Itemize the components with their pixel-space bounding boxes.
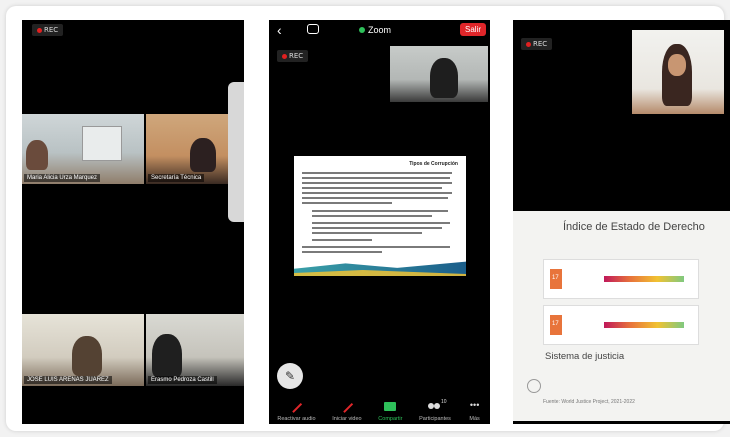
participant-silhouette <box>72 336 102 376</box>
score-bar <box>604 322 684 328</box>
document-text-line <box>302 187 442 189</box>
document-text-line <box>302 246 450 248</box>
participant-name: Secretaría Técnica <box>148 174 205 182</box>
video-tile[interactable]: Maria Alicia Urza Marquez <box>22 114 144 184</box>
annotate-pen-icon[interactable]: ✎ <box>277 363 303 389</box>
video-tile[interactable]: JOSE LUIS ARENAS JUAREZ <box>22 314 144 386</box>
document-text-line <box>302 197 448 199</box>
score-bar <box>604 276 684 282</box>
start-video-button[interactable]: Iniciar video <box>332 401 362 422</box>
participant-name: Maria Alicia Urza Marquez <box>24 174 101 182</box>
document-text-line <box>302 202 392 204</box>
slide-subtitle: Sistema de justicia <box>545 351 625 362</box>
document-text-line <box>302 172 452 174</box>
zoom-toolbar: Reactivar audio Iniciar video Compartir … <box>269 390 490 424</box>
share-screen-icon <box>383 401 397 413</box>
recording-badge: REC <box>32 24 64 36</box>
window-background <box>82 126 122 161</box>
gallery-scroll-handle[interactable] <box>228 82 244 222</box>
video-tile[interactable]: Erasmo Pedroza Castill <box>146 314 244 386</box>
gallery-view-panel: REC Maria Alicia Urza Marquez Secretaría… <box>22 20 244 424</box>
participant-silhouette <box>152 334 182 378</box>
document-text-line <box>312 232 422 234</box>
share-button[interactable]: Compartir <box>378 401 402 422</box>
meeting-title[interactable]: Zoom <box>359 25 391 35</box>
slide-footer: Fuente: World Justice Project, 2021-2022 <box>543 399 635 405</box>
unmute-audio-button[interactable]: Reactivar audio <box>277 401 316 422</box>
rank-badge: 17 <box>550 269 562 289</box>
shield-icon <box>359 27 365 33</box>
camera-switch-icon[interactable] <box>307 24 319 34</box>
presentation-slide: Índice de Estado de Derecho 17 17 Sistem… <box>513 211 730 421</box>
document-text-line <box>302 251 382 253</box>
document-title: Tipos de Corrupción <box>409 161 458 167</box>
participant-silhouette <box>190 138 216 172</box>
participant-face <box>668 54 686 76</box>
participant-name: Erasmo Pedroza Castill <box>148 376 217 384</box>
document-text-line <box>312 227 442 229</box>
record-dot-icon <box>526 41 531 47</box>
document-text-line <box>312 222 450 224</box>
record-dot-icon <box>37 27 42 33</box>
shared-document: Tipos de Corrupción <box>294 156 466 276</box>
presentation-panel: REC Índice de Estado de Derecho 17 17 Si… <box>513 20 730 424</box>
participants-button[interactable]: 10 Participantes <box>419 399 451 422</box>
leave-meeting-button[interactable]: Salir <box>459 23 486 36</box>
participants-icon: 10 <box>428 399 447 413</box>
rank-badge: 17 <box>550 315 562 335</box>
participants-count: 10 <box>441 399 447 405</box>
microphone-muted-icon <box>289 401 303 413</box>
document-text-line <box>302 177 450 179</box>
zoom-top-bar: ‹ Zoom Salir <box>269 20 490 42</box>
index-card: 17 <box>543 259 699 299</box>
document-text-line <box>302 182 452 184</box>
document-text-line <box>312 210 448 212</box>
back-chevron-icon[interactable]: ‹ <box>277 22 282 38</box>
speaker-video-thumbnail[interactable] <box>632 30 724 114</box>
self-video-thumbnail[interactable] <box>390 46 488 102</box>
participant-silhouette <box>430 58 458 98</box>
document-text-line <box>312 215 432 217</box>
document-text-line <box>302 192 452 194</box>
screenshot-collage: REC Maria Alicia Urza Marquez Secretaría… <box>6 6 730 431</box>
recording-badge: REC <box>521 38 553 50</box>
recording-badge: REC <box>277 50 309 62</box>
more-icon: ••• <box>469 400 480 410</box>
organization-logo <box>527 379 541 393</box>
participant-silhouette <box>26 140 48 170</box>
video-tile[interactable]: Secretaría Técnica <box>146 114 228 184</box>
participant-name: JOSE LUIS ARENAS JUAREZ <box>24 376 112 384</box>
video-off-icon <box>340 401 354 413</box>
record-dot-icon <box>282 53 287 59</box>
index-card: 17 <box>543 305 699 345</box>
zoom-share-panel: ‹ Zoom Salir REC Tipos de Corrupción ✎ R… <box>269 20 490 424</box>
document-text-line <box>312 239 372 241</box>
more-button[interactable]: ••• Más <box>468 400 482 423</box>
slide-title: Índice de Estado de Derecho <box>563 221 705 233</box>
